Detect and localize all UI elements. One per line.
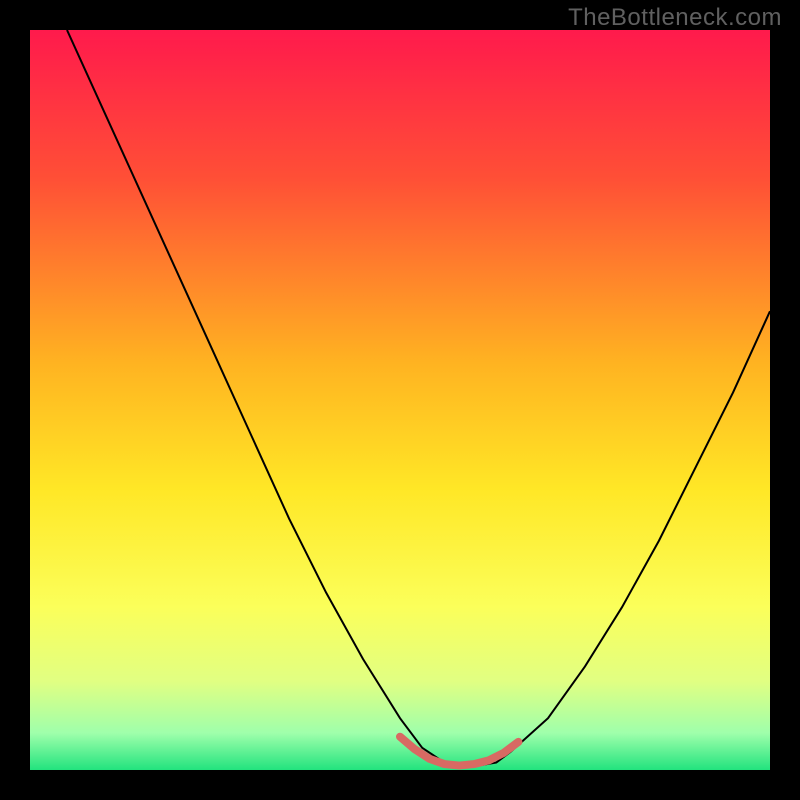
watermark-text: TheBottleneck.com (568, 4, 782, 32)
chart-svg (30, 30, 770, 770)
plot-area (30, 30, 770, 770)
chart-frame: TheBottleneck.com (0, 0, 800, 800)
gradient-rect (30, 30, 770, 770)
